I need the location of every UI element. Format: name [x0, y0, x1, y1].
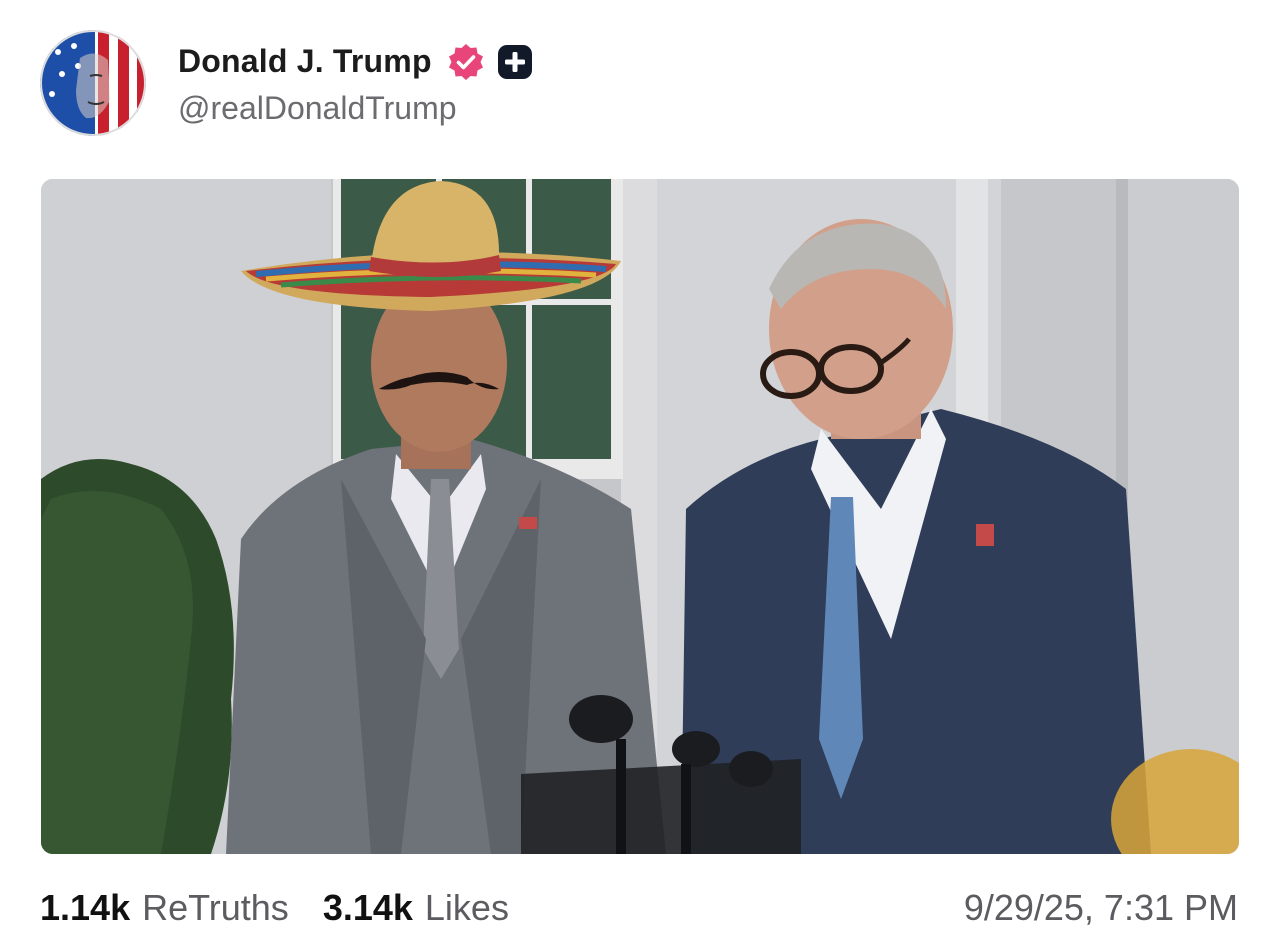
retruths-stat[interactable]: 1.14k ReTruths [40, 887, 289, 929]
author-names: Donald J. Trump @realDonaldTrump [178, 40, 534, 127]
retruths-label: ReTruths [142, 887, 289, 928]
name-row: Donald J. Trump [178, 40, 534, 84]
author-display-name[interactable]: Donald J. Trump [178, 43, 432, 80]
author-handle[interactable]: @realDonaldTrump [178, 90, 534, 127]
post-card: Donald J. Trump @realDonaldTrump 1.14k R… [0, 0, 1280, 944]
plus-badge-icon [496, 43, 534, 81]
post-header: Donald J. Trump @realDonaldTrump [40, 28, 534, 138]
post-media[interactable] [41, 179, 1239, 854]
avatar[interactable] [40, 30, 146, 136]
post-timestamp[interactable]: 9/29/25, 7:31 PM [964, 887, 1238, 929]
likes-count: 3.14k [322, 887, 413, 928]
flag-face-avatar-icon [40, 30, 146, 136]
post-footer: 1.14k ReTruths 3.14k Likes 9/29/25, 7:31… [40, 880, 1238, 936]
verified-badge-icon [446, 42, 486, 82]
retruths-count: 1.14k [40, 887, 131, 928]
video-still-image [41, 179, 1239, 854]
likes-stat[interactable]: 3.14k Likes [323, 887, 509, 929]
likes-label: Likes [424, 887, 509, 928]
